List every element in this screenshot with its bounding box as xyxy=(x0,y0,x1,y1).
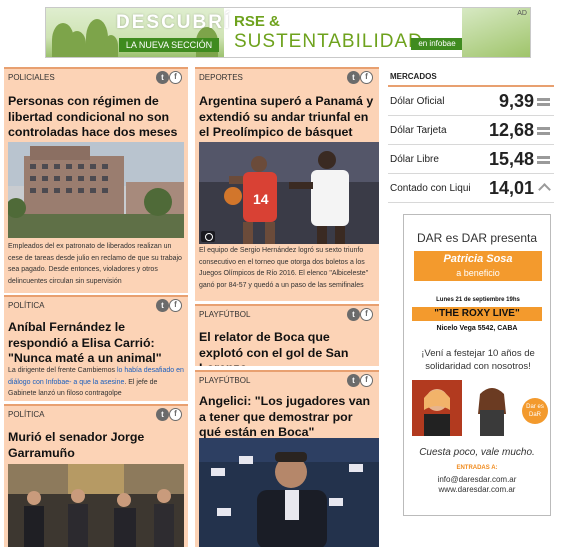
card-summary: Empleados del ex patronato de liberados … xyxy=(8,243,182,285)
svg-text:14: 14 xyxy=(253,191,269,207)
market-row[interactable]: Dólar Libre 15,48 xyxy=(388,145,554,174)
market-row[interactable]: Dólar Tarjeta 12,68 xyxy=(388,116,554,145)
dar-es-dar-ad[interactable]: DAR es DAR presenta Patricia Sosa a bene… xyxy=(403,214,551,516)
card-headline[interactable]: Murió el senador Jorge Garramuño xyxy=(8,430,186,461)
card-photo-senate[interactable] xyxy=(8,464,184,547)
twitter-share-icon[interactable]: t xyxy=(156,408,169,421)
news-card[interactable]: POLÍTICA t f Murió el senador Jorge Garr… xyxy=(4,404,188,547)
card-section-label: PLAYFÚTBOL xyxy=(199,376,251,385)
markets-panel: MERCADOS Dólar Oficial 9,39 Dólar Tarjet… xyxy=(388,68,554,203)
twitter-share-icon[interactable]: t xyxy=(156,299,169,312)
ad-web[interactable]: www.daresdar.com.ar xyxy=(404,485,550,495)
facebook-share-icon[interactable]: f xyxy=(360,71,373,84)
share-buttons: t f xyxy=(347,71,375,84)
banner-sustentabilidad: SUSTENTABILIDAD xyxy=(234,31,423,52)
card-headline[interactable]: Aníbal Fernández le respondió a Elisa Ca… xyxy=(8,320,188,367)
facebook-share-icon[interactable]: f xyxy=(169,299,182,312)
facebook-share-icon[interactable]: f xyxy=(169,408,182,421)
banner-nueva-seccion: LA NUEVA SECCIÓN xyxy=(119,38,219,52)
card-photo-basketball[interactable]: 14 xyxy=(199,142,379,244)
market-value: 15,48 xyxy=(488,149,534,169)
ad-heading: DAR es DAR presenta xyxy=(416,231,538,245)
share-buttons: t f xyxy=(347,308,375,321)
card-headline[interactable]: Argentina superó a Panamá y extendió su … xyxy=(199,94,377,141)
trend-equal-icon xyxy=(537,127,550,135)
market-value: 14,01 xyxy=(488,178,534,198)
camera-icon xyxy=(201,231,215,242)
card-headline[interactable]: El relator de Boca que explotó con el go… xyxy=(199,330,377,366)
ad-artist: Patricia Sosa xyxy=(443,253,513,265)
ad-venue: "THE ROXY LIVE" xyxy=(412,307,542,321)
news-card[interactable]: POLÍTICA t f Aníbal Fernández le respond… xyxy=(4,295,188,401)
ad-address: Nicelo Vega 5542, CABA xyxy=(436,325,518,332)
banner-infobae-badge: en infobae xyxy=(411,38,463,50)
card-section-label: POLÍTICA xyxy=(8,410,45,419)
market-row[interactable]: Dólar Oficial 9,39 xyxy=(388,87,554,116)
card-section-label: PLAYFÚTBOL xyxy=(199,310,251,319)
trend-equal-icon xyxy=(537,156,550,164)
card-headline[interactable]: Angelici: "Los jugadores van a tener que… xyxy=(199,394,377,441)
market-label: Contado con Liqui xyxy=(390,183,471,194)
card-photo-building[interactable] xyxy=(8,142,184,238)
share-buttons: t f xyxy=(156,408,184,421)
market-label: Dólar Oficial xyxy=(390,96,445,107)
card-headline[interactable]: Personas con régimen de libertad condici… xyxy=(8,94,184,141)
market-label: Dólar Libre xyxy=(390,154,439,165)
market-value: 9,39 xyxy=(498,91,534,111)
banner-rse: RSE & xyxy=(234,13,280,30)
twitter-share-icon[interactable]: t xyxy=(347,71,360,84)
twitter-share-icon[interactable]: t xyxy=(347,374,360,387)
ad-cuesta: Cuesta poco, vale mucho. xyxy=(419,447,535,458)
facebook-share-icon[interactable]: f xyxy=(360,308,373,321)
market-value: 12,68 xyxy=(488,120,534,140)
card-section-label: POLÍTICA xyxy=(8,301,45,310)
ad-contact: info@daresdar.com.ar www.daresdar.com.ar xyxy=(404,475,550,495)
card-photo-angelici[interactable] xyxy=(199,438,379,547)
twitter-share-icon[interactable]: t xyxy=(156,71,169,84)
markets-title: MERCADOS xyxy=(388,68,554,87)
card-section-label: POLICIALES xyxy=(8,73,55,82)
share-buttons: t f xyxy=(347,374,375,387)
ad-badge: AD xyxy=(517,10,527,17)
twitter-share-icon[interactable]: t xyxy=(347,308,360,321)
ad-entradas: ENTRADAS A: xyxy=(456,465,498,471)
facebook-share-icon[interactable]: f xyxy=(360,374,373,387)
news-card[interactable]: PLAYFÚTBOL t f El relator de Boca que ex… xyxy=(195,304,379,366)
trend-up-icon xyxy=(538,183,551,196)
card-summary: La dirigente del frente Cambiemos lo hab… xyxy=(8,365,186,400)
ad-email[interactable]: info@daresdar.com.ar xyxy=(404,475,550,485)
trend-equal-icon xyxy=(537,98,550,106)
share-buttons: t f xyxy=(156,71,184,84)
ad-photo-singer xyxy=(412,380,462,436)
facebook-share-icon[interactable]: f xyxy=(169,71,182,84)
rse-banner-ad[interactable]: DESCUBRÍ LA NUEVA SECCIÓN RSE & SUSTENTA… xyxy=(45,7,531,58)
summary-text: La dirigente del frente Cambiemos xyxy=(8,367,117,374)
ad-artist-banner: Patricia Sosa a beneficio xyxy=(414,251,542,281)
market-label: Dólar Tarjeta xyxy=(390,125,447,136)
share-buttons: t f xyxy=(156,299,184,312)
market-row[interactable]: Contado con Liqui 14,01 xyxy=(388,174,554,203)
ad-festejo: ¡Vení a festejar 10 años de solidaridad … xyxy=(421,348,535,372)
card-section-label: DEPORTES xyxy=(199,73,243,82)
ad-date: Lunes 21 de septiembre 19hs xyxy=(436,297,520,303)
news-card[interactable]: DEPORTES t f Argentina superó a Panamá y… xyxy=(195,67,379,301)
card-summary: El equipo de Sergio Hernández logró su s… xyxy=(199,247,369,289)
ad-benefit: a beneficio xyxy=(456,268,500,278)
ad-photo-singer-2 xyxy=(466,380,518,436)
dar-logo: Dar es DaR xyxy=(522,398,548,424)
news-card[interactable]: POLICIALES t f Personas con régimen de l… xyxy=(4,67,188,293)
news-card[interactable]: PLAYFÚTBOL t f Angelici: "Los jugadores … xyxy=(195,370,379,547)
banner-descubri: DESCUBRÍ xyxy=(116,12,232,33)
